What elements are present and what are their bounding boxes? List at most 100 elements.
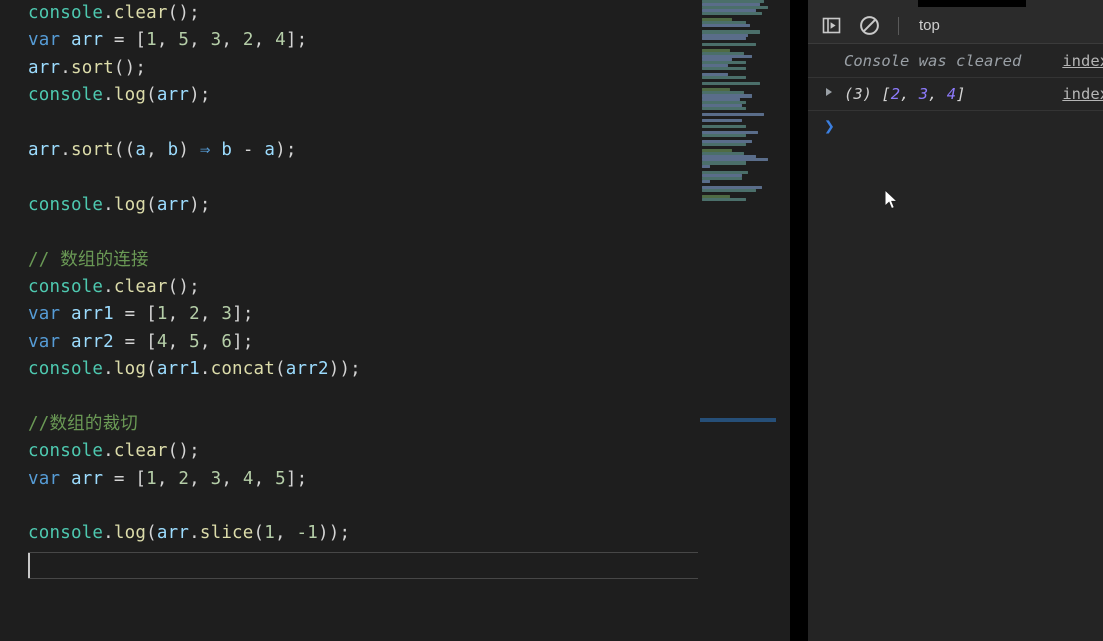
- minimap-line: [702, 36, 746, 40]
- code-text-area[interactable]: console.clear(); var arr = [1, 5, 3, 2, 4…: [0, 0, 700, 641]
- code-token: 2: [178, 468, 190, 489]
- code-token: arr: [156, 523, 190, 544]
- code-token: ,: [221, 468, 243, 489]
- code-token: );: [189, 85, 211, 106]
- panel-sidebar-icon[interactable]: [818, 13, 844, 39]
- minimap-line: [702, 134, 746, 138]
- minimap-selection-highlight: [700, 418, 776, 422]
- code-token: var: [28, 468, 61, 489]
- code-token: var: [28, 30, 61, 51]
- code-line[interactable]: arr.sort((a, b) ⇒ b - a);: [0, 137, 700, 164]
- code-token: 1: [146, 30, 157, 51]
- code-token: sort: [70, 139, 114, 160]
- code-token: // 数组的连接: [28, 249, 149, 270]
- code-token: ((: [113, 139, 136, 160]
- code-line[interactable]: console.log(arr);: [0, 82, 700, 109]
- minimap-line: [702, 82, 760, 86]
- editor-overview-ruler[interactable]: [776, 0, 790, 641]
- code-token: arr: [70, 468, 104, 489]
- code-token: ));: [318, 523, 351, 544]
- code-token: ,: [221, 30, 243, 51]
- minimap-line: [702, 24, 750, 28]
- code-token: 5: [178, 30, 190, 51]
- source-link[interactable]: index: [1062, 82, 1103, 106]
- source-link[interactable]: index: [1062, 49, 1103, 73]
- code-token: console: [28, 441, 104, 462]
- code-token: console: [28, 85, 104, 106]
- code-token: concat: [210, 359, 275, 380]
- editor-minimap[interactable]: [700, 0, 776, 641]
- code-token: arr: [156, 85, 190, 106]
- code-line[interactable]: [0, 493, 700, 520]
- array-preview: (3) [2, 3, 4]: [844, 85, 965, 103]
- code-token: sort: [70, 57, 114, 78]
- code-line[interactable]: console.clear();: [0, 438, 700, 465]
- console-cleared-text: Console was cleared: [844, 52, 1022, 70]
- code-line[interactable]: console.log(arr.slice(1, -1));: [0, 520, 700, 547]
- code-line[interactable]: [0, 219, 700, 246]
- code-line[interactable]: var arr2 = [4, 5, 6];: [0, 329, 700, 356]
- code-line[interactable]: console.clear();: [0, 274, 700, 301]
- console-prompt-row[interactable]: ❯: [808, 111, 1103, 141]
- code-token: ];: [232, 304, 254, 325]
- clear-console-icon[interactable]: [856, 13, 882, 39]
- expand-triangle-icon[interactable]: [826, 88, 832, 96]
- code-line[interactable]: // 数组的连接: [0, 247, 700, 274]
- code-token: (: [146, 359, 157, 380]
- code-token: (: [253, 523, 265, 544]
- code-line[interactable]: console.log(arr1.concat(arr2));: [0, 356, 700, 383]
- array-value-0: 2: [890, 85, 901, 103]
- code-token: -1: [296, 523, 318, 544]
- array-space: [872, 85, 881, 103]
- array-value-1: 3: [918, 85, 929, 103]
- code-line[interactable]: console.log(arr);: [0, 192, 700, 219]
- code-line[interactable]: console.clear();: [0, 0, 700, 27]
- code-token: );: [189, 194, 211, 215]
- array-close-bracket: ]: [956, 85, 966, 103]
- code-line[interactable]: [0, 164, 700, 191]
- code-editor-pane[interactable]: console.clear(); var arr = [1, 5, 3, 2, 4…: [0, 0, 790, 641]
- console-row-array[interactable]: (3) [2, 3, 4] index: [808, 78, 1103, 111]
- code-token: ⇒: [199, 139, 211, 160]
- code-line[interactable]: var arr = [1, 5, 3, 2, 4];: [0, 27, 700, 54]
- code-token: (: [146, 194, 157, 215]
- code-token: ,: [199, 331, 222, 352]
- code-line[interactable]: [0, 110, 700, 137]
- code-token: ,: [167, 304, 190, 325]
- code-token: .: [60, 139, 71, 160]
- code-token: b: [221, 139, 233, 160]
- console-context-selector[interactable]: top: [915, 15, 944, 36]
- code-token: ));: [328, 359, 361, 380]
- console-input[interactable]: [844, 117, 1103, 135]
- array-count: (3): [844, 85, 872, 103]
- code-token: arr: [70, 30, 104, 51]
- code-token: a: [135, 139, 147, 160]
- devtools-tabstrip[interactable]: [808, 0, 1103, 8]
- code-token: console: [28, 276, 104, 297]
- toolbar-separator: [898, 16, 899, 35]
- code-token: .: [199, 359, 211, 380]
- code-line[interactable]: arr.sort();: [0, 55, 700, 82]
- code-token: 3: [210, 30, 222, 51]
- code-token: .: [103, 523, 114, 544]
- minimap-line: [702, 198, 746, 202]
- code-line[interactable]: var arr1 = [1, 2, 3];: [0, 301, 700, 328]
- code-token: ,: [275, 523, 297, 544]
- code-token: .: [103, 3, 114, 23]
- code-token: ];: [285, 30, 308, 51]
- minimap-line: [702, 188, 756, 192]
- code-line[interactable]: [0, 383, 700, 410]
- minimap-line: [702, 179, 710, 183]
- devtools-active-tab[interactable]: [918, 0, 1026, 7]
- code-token: arr1: [156, 359, 200, 380]
- minimap-line: [702, 76, 746, 80]
- code-line[interactable]: var arr = [1, 2, 3, 4, 5];: [0, 466, 700, 493]
- code-line[interactable]: //数组的裁切: [0, 411, 700, 438]
- code-token: .: [103, 359, 114, 380]
- minimap-line: [702, 143, 746, 147]
- minimap-line: [702, 42, 756, 46]
- code-token: console: [28, 3, 104, 23]
- console-row-cleared[interactable]: Console was cleared index: [808, 45, 1103, 78]
- code-token: 5: [189, 331, 200, 352]
